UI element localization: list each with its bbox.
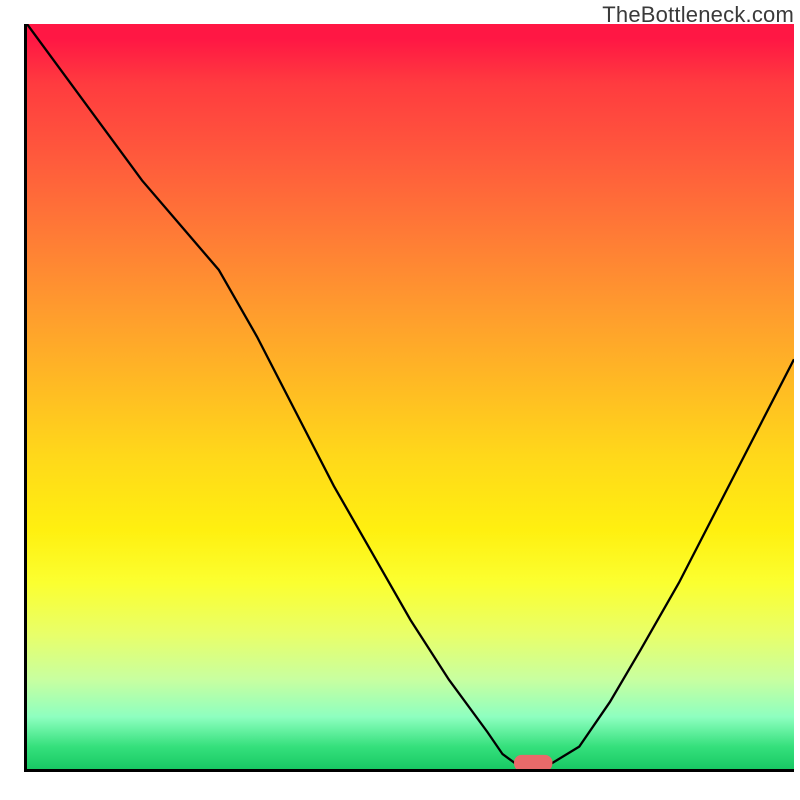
plot-svg [27, 24, 794, 769]
bottleneck-chart: TheBottleneck.com [0, 0, 800, 800]
bottleneck-curve-line [27, 24, 794, 765]
optimal-marker [514, 755, 552, 769]
plot-area [24, 24, 794, 772]
